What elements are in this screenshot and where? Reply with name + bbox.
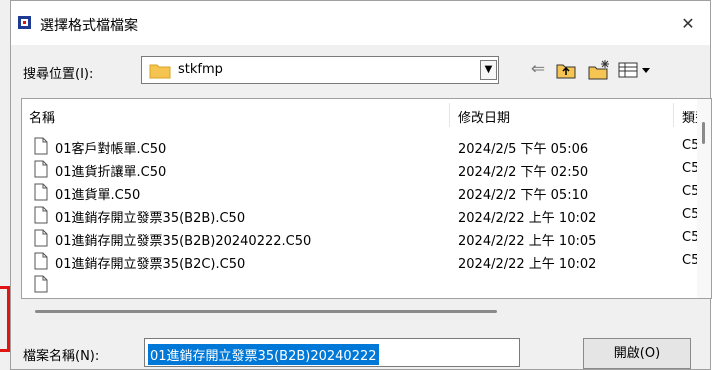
vertical-scrollbar[interactable] xyxy=(697,99,711,298)
look-in-dropdown[interactable]: stkfmp ▼ xyxy=(141,56,499,84)
file-date: 2024/2/5 下午 05:06 xyxy=(458,142,589,157)
column-separator[interactable] xyxy=(449,103,450,127)
new-folder-icon[interactable] xyxy=(587,59,611,81)
file-icon xyxy=(34,252,48,270)
file-icon xyxy=(34,206,48,224)
dialog-title: 選擇格式檔檔案 xyxy=(40,18,138,34)
background-red-highlight xyxy=(0,286,10,352)
file-date: 2024/2/22 上午 10:02 xyxy=(458,211,597,226)
column-header-date[interactable]: 修改日期 xyxy=(458,107,510,126)
up-folder-icon[interactable] xyxy=(555,59,577,81)
file-row[interactable]: 01進銷存開立發票35(B2B)20240222.C50 2024/2/22 上… xyxy=(22,227,711,250)
file-name: 01進貨單.C50 xyxy=(55,188,141,203)
folder-icon xyxy=(149,64,171,79)
file-date: 2024/2/22 上午 10:05 xyxy=(458,234,597,249)
app-icon xyxy=(18,16,31,29)
file-name-input[interactable]: 01進銷存開立發票35(B2B)20240222 xyxy=(144,338,520,367)
file-row[interactable]: 01進銷存開立發票35(B2C).C50 2024/2/22 上午 10:02 … xyxy=(22,250,711,273)
file-row[interactable]: 01進銷存開立發票35(B2B).C50 2024/2/22 上午 10:02 … xyxy=(22,204,711,227)
column-separator[interactable] xyxy=(673,103,674,127)
file-date: 2024/2/2 下午 05:10 xyxy=(458,188,589,203)
file-name: 01客戶對帳單.C50 xyxy=(55,142,167,157)
file-rows: 01客戶對帳單.C50 2024/2/5 下午 05:06 C50 01進貨折讓… xyxy=(22,135,711,296)
file-row[interactable]: 01進貨折讓單.C50 2024/2/2 下午 02:50 C50 xyxy=(22,158,711,181)
file-icon xyxy=(34,137,48,155)
chevron-down-icon[interactable]: ▼ xyxy=(480,60,497,80)
look-in-label: 搜尋位置(I): xyxy=(23,67,94,82)
back-arrow-icon[interactable]: ⇐ xyxy=(527,59,549,81)
file-name: 01進銷存開立發票35(B2B)20240222.C50 xyxy=(55,234,312,249)
look-in-value: stkfmp xyxy=(178,62,223,77)
file-name: 01進銷存開立發票35(B2B).C50 xyxy=(55,211,246,226)
file-name-label: 檔案名稱(N): xyxy=(23,349,100,364)
file-icon xyxy=(34,275,48,293)
title-bar[interactable]: 選擇格式檔檔案 ✕ xyxy=(11,1,710,45)
file-open-dialog: 選擇格式檔檔案 ✕ 搜尋位置(I): stkfmp ▼ ⇐ 名稱 修改日期 類型… xyxy=(10,0,712,370)
file-date: 2024/2/2 下午 02:50 xyxy=(458,165,589,180)
file-list[interactable]: 名稱 修改日期 類型 01客戶對帳單.C50 2024/2/5 下午 05:06… xyxy=(21,98,712,299)
file-date: 2024/2/22 上午 10:02 xyxy=(458,257,597,272)
close-button[interactable]: ✕ xyxy=(674,11,702,37)
horizontal-scroll-thumb[interactable] xyxy=(35,310,497,313)
file-name: 01進貨折讓單.C50 xyxy=(55,165,167,180)
file-row-partial[interactable] xyxy=(22,273,711,296)
view-menu-icon[interactable] xyxy=(616,59,656,81)
vertical-scroll-thumb[interactable] xyxy=(702,122,705,144)
file-icon xyxy=(34,160,48,178)
file-row[interactable]: 01進貨單.C50 2024/2/2 下午 05:10 C50 xyxy=(22,181,711,204)
file-row[interactable]: 01客戶對帳單.C50 2024/2/5 下午 05:06 C50 xyxy=(22,135,711,158)
file-name: 01進銷存開立發票35(B2C).C50 xyxy=(55,257,246,272)
file-icon xyxy=(34,183,48,201)
column-header-name[interactable]: 名稱 xyxy=(29,107,55,126)
file-name-input-value: 01進銷存開立發票35(B2B)20240222 xyxy=(148,344,379,365)
file-icon xyxy=(34,229,48,247)
open-button[interactable]: 開啟(O) xyxy=(583,338,691,369)
